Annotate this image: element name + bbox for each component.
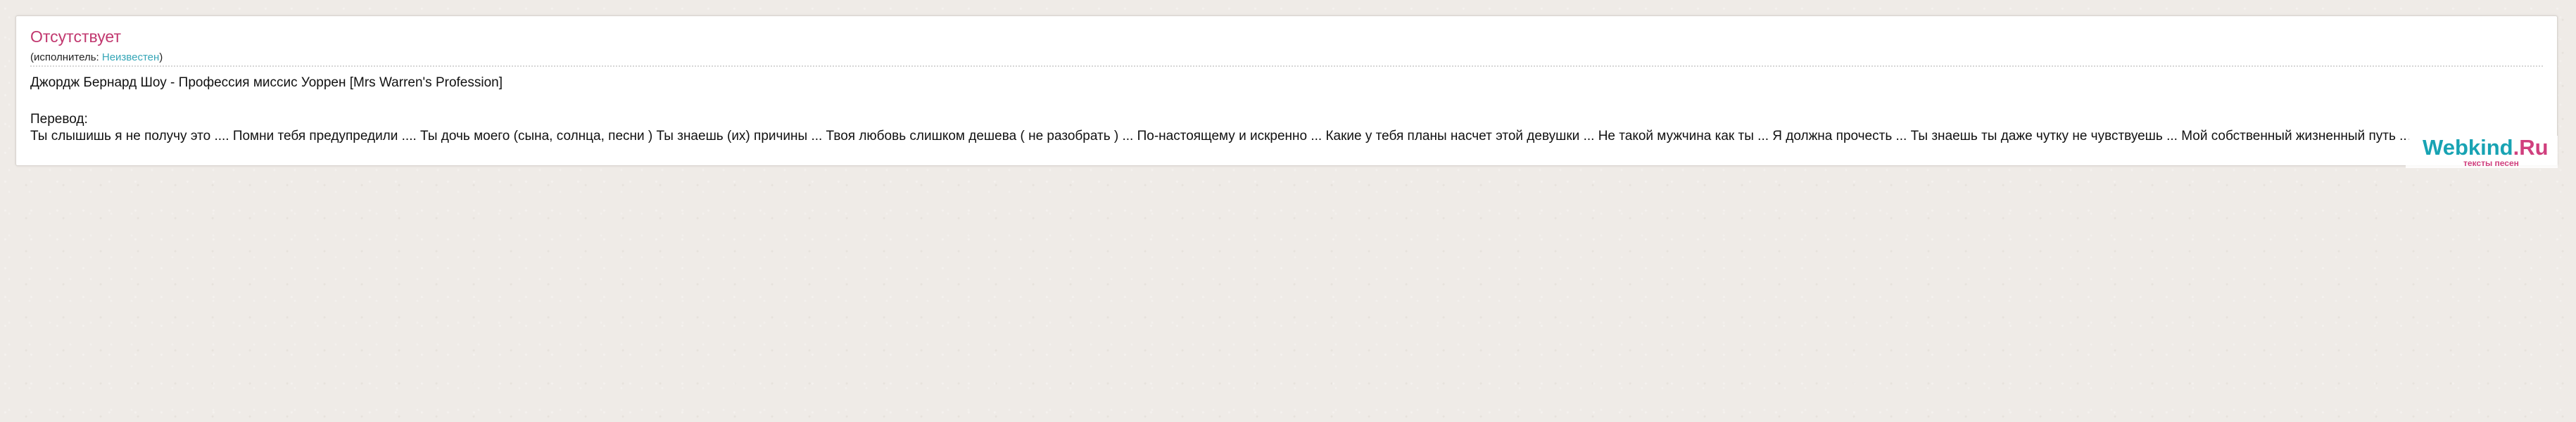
performer-line: (исполнитель: Неизвестен) [30,51,163,63]
logo-tagline: тексты песен [2463,158,2519,168]
performer-prefix: (исполнитель: [30,51,102,63]
logo-brand: Webkind [2423,135,2513,160]
performer-suffix: ) [159,51,163,63]
translation-label: Перевод: [30,112,88,127]
performer-link[interactable]: Неизвестен [102,51,159,63]
webkind-logo[interactable]: Webkind.Ru тексты песен [2406,136,2558,168]
song-subtitle: Джордж Бернард Шоу - Профессия миссис Уо… [30,75,503,90]
song-title: Отсутствует [30,27,121,46]
song-card: Отсутствует (исполнитель: Неизвестен) Дж… [15,15,2558,166]
logo-tld: .Ru [2513,135,2549,160]
translation-text: Ты слышишь я не получу это .... Помни те… [30,129,2411,143]
logo-wordmark: Webkind.Ru [2423,136,2549,160]
divider [30,65,2543,67]
